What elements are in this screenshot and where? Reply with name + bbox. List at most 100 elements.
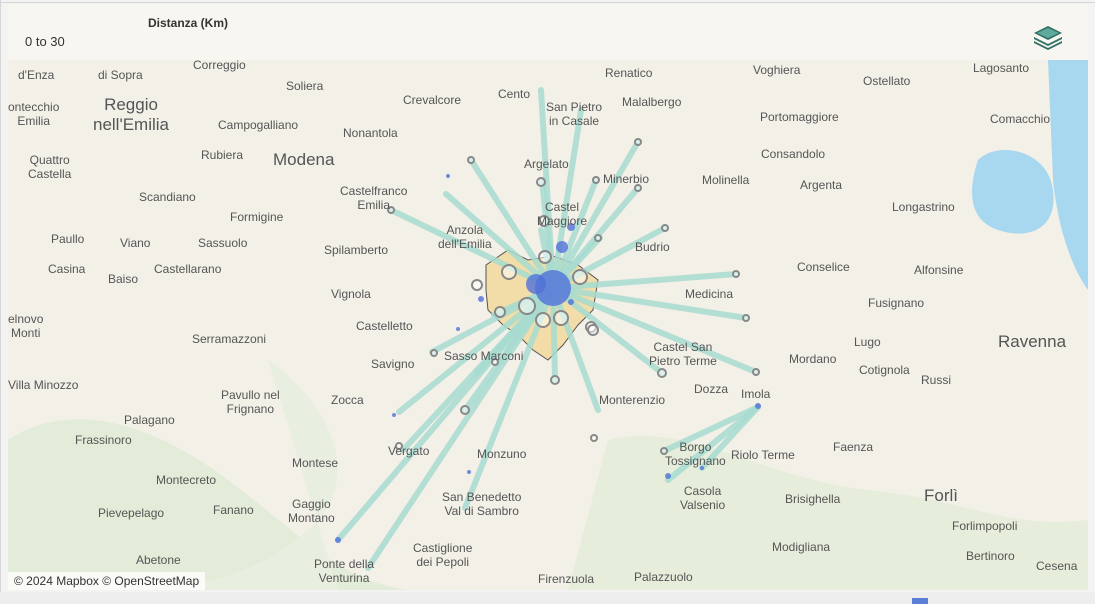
location-marker[interactable]	[572, 269, 588, 285]
place-label: Portomaggiore	[760, 110, 839, 124]
location-marker[interactable]	[471, 279, 483, 291]
place-label: Anzola dell'Emilia	[438, 223, 492, 251]
location-marker[interactable]	[742, 314, 750, 322]
place-label: Brisighella	[785, 492, 841, 506]
data-point[interactable]	[665, 473, 671, 479]
legend-title: Distanza (Km)	[148, 16, 229, 30]
place-label: Vignola	[331, 287, 371, 301]
left-border	[0, 0, 1, 592]
place-label: Monzuno	[477, 447, 527, 461]
map-attribution[interactable]: © 2024 Mapbox © OpenStreetMap	[8, 572, 206, 590]
place-label: Abetone	[136, 553, 181, 567]
status-indicator	[912, 598, 928, 604]
place-label: Longastrino	[892, 200, 955, 214]
location-marker[interactable]	[550, 375, 560, 385]
location-marker[interactable]	[535, 312, 551, 328]
place-label: Ostellato	[863, 74, 911, 88]
location-marker[interactable]	[430, 349, 438, 357]
place-label: Faenza	[833, 440, 874, 454]
place-label: Molinella	[702, 173, 750, 187]
location-marker[interactable]	[592, 176, 600, 184]
location-marker[interactable]	[634, 138, 642, 146]
place-label: Paullo	[51, 232, 85, 246]
place-label: Russi	[921, 373, 952, 387]
location-marker[interactable]	[587, 324, 599, 336]
place-label: d'Enza	[18, 68, 55, 82]
place-label: Castelfranco Emilia	[340, 184, 408, 212]
data-point[interactable]	[526, 274, 546, 294]
map-canvas[interactable]: d'Enza di Sopra Correggio Renatico Voghiera O…	[8, 58, 1088, 590]
data-point[interactable]	[755, 403, 761, 409]
place-label: Budrio	[635, 240, 670, 254]
data-point[interactable]	[335, 537, 341, 543]
location-marker[interactable]	[661, 224, 669, 232]
location-marker[interactable]	[460, 405, 470, 415]
location-marker[interactable]	[536, 177, 546, 187]
place-label: Spilamberto	[324, 243, 389, 257]
place-label: Mordano	[789, 352, 837, 366]
place-label: di Sopra	[98, 68, 143, 82]
location-marker[interactable]	[752, 368, 760, 376]
place-label: Castel San Pietro Terme	[649, 340, 717, 368]
place-label: Renatico	[605, 66, 653, 80]
data-point[interactable]	[467, 470, 471, 474]
location-marker[interactable]	[501, 264, 517, 280]
data-point[interactable]	[478, 296, 484, 302]
place-label: Reggio nell'Emilia	[93, 95, 169, 134]
place-label: ontecchio Emilia	[8, 100, 60, 128]
place-label: Castiglione dei Pepoli	[413, 541, 473, 569]
data-point[interactable]	[446, 174, 450, 178]
place-label: Monterenzio	[599, 393, 666, 407]
place-label: Viano	[120, 236, 151, 250]
place-label: Lagosanto	[973, 61, 1030, 75]
place-label: Malalbergo	[622, 95, 682, 109]
place-label: Casola Valsenio	[680, 484, 726, 512]
place-label: Quattro Castella	[28, 153, 72, 181]
location-marker[interactable]	[494, 306, 506, 318]
place-label: Modigliana	[772, 540, 831, 554]
place-label: Montese	[292, 456, 339, 470]
place-label: Minerbio	[603, 172, 650, 186]
place-label: Frassinoro	[75, 433, 132, 447]
place-label: Nonantola	[343, 126, 398, 140]
place-label: Castel Maggiore	[537, 200, 588, 228]
location-marker[interactable]	[590, 434, 598, 442]
place-label: Forlì	[924, 486, 958, 505]
place-label: Villa Minozzo	[8, 378, 79, 392]
place-label: Palagano	[124, 413, 175, 427]
place-label: Medicina	[685, 287, 734, 301]
place-label: Vergato	[388, 444, 430, 458]
place-label: Zocca	[331, 393, 364, 407]
place-label: Pievepelago	[98, 506, 165, 520]
place-label: Serramazzoni	[192, 332, 267, 346]
location-marker[interactable]	[518, 297, 536, 315]
place-label: Sasso Marconi	[444, 349, 524, 363]
data-point[interactable]	[568, 299, 574, 305]
legend-value[interactable]: 0 to 30	[25, 34, 65, 49]
place-label: Modena	[273, 150, 335, 169]
place-label: Montecreto	[156, 473, 217, 487]
layers-icon[interactable]	[1028, 18, 1068, 52]
data-point[interactable]	[456, 327, 460, 331]
place-label: Borgo Tossignano	[665, 440, 726, 468]
location-marker[interactable]	[538, 250, 552, 264]
location-marker[interactable]	[594, 234, 602, 242]
location-marker[interactable]	[467, 156, 475, 164]
place-label: Baiso	[108, 272, 139, 286]
place-label: Rubiera	[201, 148, 244, 162]
place-label: Argelato	[524, 157, 569, 171]
place-label: Consandolo	[761, 147, 826, 161]
location-marker[interactable]	[657, 368, 667, 378]
data-point[interactable]	[392, 413, 396, 417]
data-point[interactable]	[556, 241, 568, 253]
location-marker[interactable]	[553, 310, 569, 326]
place-label: Dozza	[694, 382, 729, 396]
location-marker[interactable]	[732, 270, 740, 278]
map-view[interactable]: Distanza (Km) 0 to 30 d'Enza di Sopra Corr…	[8, 4, 1088, 590]
place-label: Formigine	[230, 210, 284, 224]
place-label: Soliera	[286, 79, 324, 93]
place-label: Savigno	[371, 357, 415, 371]
place-label: Riolo Terme	[731, 448, 795, 462]
place-label: Campogalliano	[218, 118, 299, 132]
place-label: Lugo	[854, 335, 881, 349]
